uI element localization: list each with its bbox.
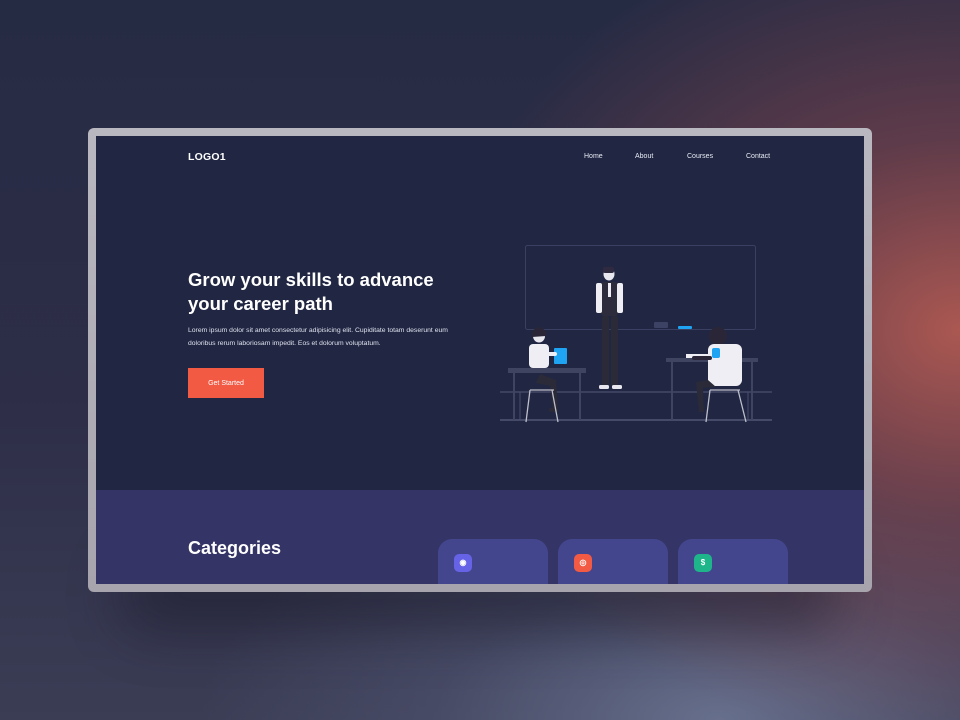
whiteboard-shape <box>525 245 756 330</box>
nav-link-about[interactable]: About <box>635 153 653 160</box>
category-card-3[interactable]: $ <box>678 539 788 584</box>
hero-title: Grow your skills to advance your career … <box>188 269 434 314</box>
category-card-1[interactable]: ◉ <box>438 539 548 584</box>
marker-shape <box>678 326 692 329</box>
right-student-figure <box>666 327 758 423</box>
website-screen: LOGO1 Home About Courses Contact Grow yo… <box>96 136 864 584</box>
dollar-icon: $ <box>694 554 712 572</box>
categories-section: Categories ◉ ◎ $ <box>96 490 864 584</box>
nav-link-contact[interactable]: Contact <box>746 153 770 160</box>
classroom-illustration <box>500 245 772 423</box>
get-started-button[interactable]: Get Started <box>188 368 264 398</box>
target-icon: ◎ <box>574 554 592 572</box>
eraser-shape <box>654 322 668 328</box>
nav-link-courses[interactable]: Courses <box>687 153 713 160</box>
category-card-2[interactable]: ◎ <box>558 539 668 584</box>
nav-link-home[interactable]: Home <box>584 153 603 160</box>
hero-description: Lorem ipsum dolor sit amet consectetur a… <box>188 327 448 347</box>
coin-icon: ◉ <box>454 554 472 572</box>
teacher-figure <box>596 267 623 389</box>
site-logo[interactable]: LOGO1 <box>188 151 226 163</box>
categories-title: Categories <box>188 538 282 558</box>
